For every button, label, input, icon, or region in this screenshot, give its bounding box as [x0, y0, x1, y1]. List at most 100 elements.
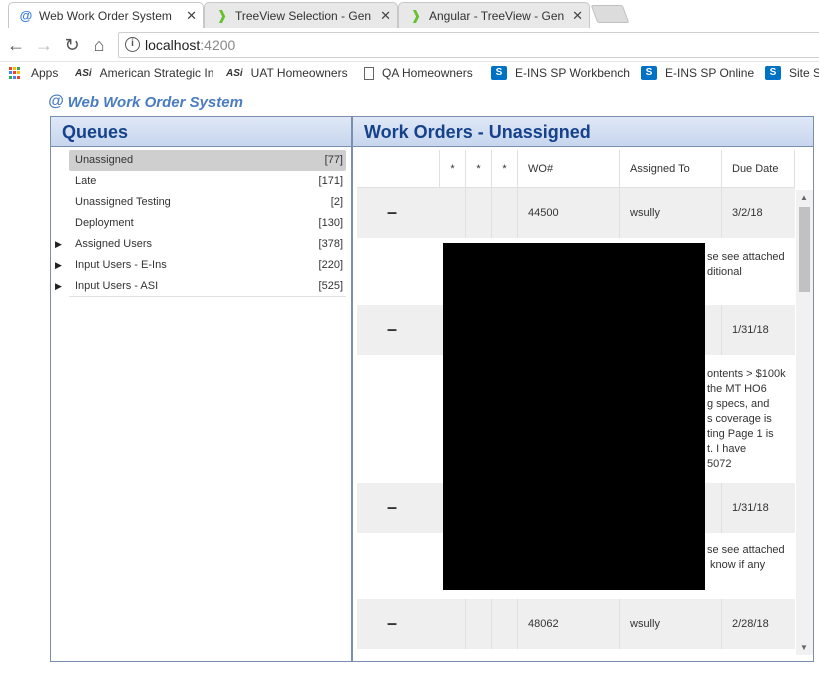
- bookmarks-bar: Apps ASi American Strategic In ASi UAT H…: [0, 62, 819, 86]
- expand-arrow-icon[interactable]: ▶: [55, 255, 62, 276]
- forward-arrow-icon[interactable]: →: [33, 34, 55, 56]
- tab-title: Web Work Order System: [39, 8, 172, 23]
- app-title: @ Web Work Order System: [48, 93, 243, 111]
- table-header: * * * WO# Assigned To Due Date: [357, 150, 795, 188]
- bookmark-label: American Strategic In: [99, 66, 213, 80]
- column-header-assigned-to[interactable]: Assigned To: [619, 150, 721, 188]
- queue-item-input-users-asi[interactable]: ▶ Input Users - ASI [525]: [55, 276, 346, 297]
- queue-count: [77]: [324, 154, 343, 166]
- column-header-star[interactable]: *: [491, 150, 517, 188]
- assigned-to-cell: wsully: [619, 188, 721, 238]
- reload-icon[interactable]: ↻: [61, 34, 83, 56]
- redaction-block: [443, 243, 705, 590]
- description-text: se see attached know if any: [707, 544, 785, 571]
- queues-panel: Queues Unassigned [77] Late [171] Unassi…: [50, 116, 352, 662]
- queues-header: Queues: [51, 117, 351, 147]
- column-header-due-date[interactable]: Due Date: [721, 150, 795, 188]
- expand-arrow-icon[interactable]: ▶: [55, 234, 62, 255]
- table-cell: [491, 599, 517, 649]
- queue-label: Unassigned Testing: [75, 196, 171, 208]
- queue-item-deployment[interactable]: Deployment [130]: [69, 213, 346, 234]
- bookmark-e-ins-sp-online[interactable]: S E-INS SP Online: [641, 66, 754, 80]
- queue-item-input-users-e-ins[interactable]: ▶ Input Users - E-Ins [220]: [55, 255, 346, 276]
- bookmark-qa-homeowners[interactable]: QA Homeowners: [364, 66, 473, 80]
- nativescript-icon: ❱: [216, 7, 228, 23]
- browser-tab-web-work-order[interactable]: @ Web Work Order System ✕: [8, 2, 204, 28]
- asi-logo-icon: ASi: [226, 67, 243, 79]
- bookmark-apps[interactable]: Apps: [9, 66, 58, 80]
- queue-count: [378]: [318, 238, 343, 250]
- at-icon: @: [48, 93, 64, 110]
- column-header-star[interactable]: *: [439, 150, 465, 188]
- nativescript-icon: ❱: [410, 7, 422, 23]
- queue-label: Late: [75, 175, 97, 187]
- home-icon[interactable]: ⌂: [88, 34, 110, 56]
- scrollbar-thumb[interactable]: [799, 207, 810, 292]
- description-text: ontents > $100k the MT HO6 g specs, and …: [707, 368, 786, 470]
- table-row[interactable]: – 44500 wsully 3/2/18: [357, 188, 795, 238]
- browser-tab-treeview-selection[interactable]: ❱ TreeView Selection - Gen ✕: [204, 2, 398, 28]
- bookmark-label: QA Homeowners: [382, 66, 473, 80]
- table-row[interactable]: – 48062 wsully 2/28/18: [357, 599, 795, 649]
- browser-tabbar: @ Web Work Order System ✕ ❱ TreeView Sel…: [0, 0, 819, 28]
- queue-count: [2]: [330, 196, 343, 208]
- queue-count: [220]: [318, 259, 343, 271]
- due-date-cell: 3/2/18: [721, 188, 795, 238]
- column-header-star[interactable]: *: [465, 150, 491, 188]
- close-icon[interactable]: ✕: [186, 8, 197, 24]
- app-title-text: Web Work Order System: [67, 93, 243, 111]
- bookmark-site-s[interactable]: S Site S: [765, 66, 819, 80]
- vertical-scrollbar[interactable]: ▲ ▼: [796, 190, 813, 655]
- close-icon[interactable]: ✕: [572, 8, 583, 24]
- sharepoint-icon: S: [491, 66, 507, 80]
- queue-label: Assigned Users: [75, 238, 153, 250]
- document-icon: [364, 66, 374, 80]
- bookmark-label: UAT Homeowners: [250, 66, 348, 80]
- bookmark-american-strategic[interactable]: ASi American Strategic In: [75, 66, 213, 80]
- url-port: :4200: [200, 37, 236, 53]
- back-arrow-icon[interactable]: ←: [5, 34, 27, 56]
- collapse-icon[interactable]: –: [387, 305, 397, 355]
- at-icon: @: [19, 8, 33, 23]
- address-bar[interactable]: i localhost:4200: [118, 32, 819, 58]
- new-tab-button[interactable]: [590, 5, 630, 23]
- wo-number-cell: 48062: [517, 599, 619, 649]
- bookmark-e-ins-sp-workbench[interactable]: S E-INS SP Workbench: [491, 66, 630, 80]
- table-cell: [465, 188, 491, 238]
- collapse-icon[interactable]: –: [387, 483, 397, 533]
- queue-list: Unassigned [77] Late [171] Unassigned Te…: [51, 147, 351, 297]
- queue-item-unassigned[interactable]: Unassigned [77]: [69, 150, 346, 171]
- bookmark-label: Apps: [31, 66, 59, 80]
- scroll-down-arrow-icon[interactable]: ▼: [800, 643, 808, 652]
- browser-toolbar: ← → ↻ ⌂ i localhost:4200: [0, 28, 819, 62]
- column-header-wo-number[interactable]: WO#: [517, 150, 619, 188]
- bookmark-label: E-INS SP Online: [665, 66, 755, 80]
- queue-item-unassigned-testing[interactable]: Unassigned Testing [2]: [69, 192, 346, 213]
- wo-number-cell: 44500: [517, 188, 619, 238]
- description-text: se see attached ditional: [707, 251, 785, 278]
- close-icon[interactable]: ✕: [380, 8, 391, 24]
- scroll-up-arrow-icon[interactable]: ▲: [800, 193, 808, 202]
- sharepoint-icon: S: [641, 66, 657, 80]
- workorders-header: Work Orders - Unassigned: [353, 117, 813, 147]
- info-icon[interactable]: i: [125, 37, 140, 52]
- assigned-to-cell: wsully: [619, 599, 721, 649]
- bookmark-label: E-INS SP Workbench: [515, 66, 630, 80]
- bookmark-uat-homeowners[interactable]: ASi UAT Homeowners: [226, 66, 348, 80]
- apps-grid-icon: [9, 67, 21, 79]
- collapse-icon[interactable]: –: [387, 188, 397, 238]
- queue-label: Deployment: [75, 217, 134, 229]
- queue-label: Input Users - E-Ins: [75, 259, 167, 271]
- queue-count: [130]: [318, 217, 343, 229]
- queue-item-assigned-users[interactable]: ▶ Assigned Users [378]: [55, 234, 346, 255]
- expand-arrow-icon[interactable]: ▶: [55, 276, 62, 297]
- table-cell: [491, 188, 517, 238]
- asi-logo-icon: ASi: [75, 67, 92, 79]
- collapse-icon[interactable]: –: [387, 599, 397, 649]
- table-cell: [465, 599, 491, 649]
- due-date-cell: 1/31/18: [721, 305, 795, 355]
- due-date-cell: 1/31/18: [721, 483, 795, 533]
- queue-label: Unassigned: [75, 154, 134, 166]
- browser-tab-angular-treeview[interactable]: ❱ Angular - TreeView - Gen ✕: [398, 2, 590, 28]
- queue-item-late[interactable]: Late [171]: [69, 171, 346, 192]
